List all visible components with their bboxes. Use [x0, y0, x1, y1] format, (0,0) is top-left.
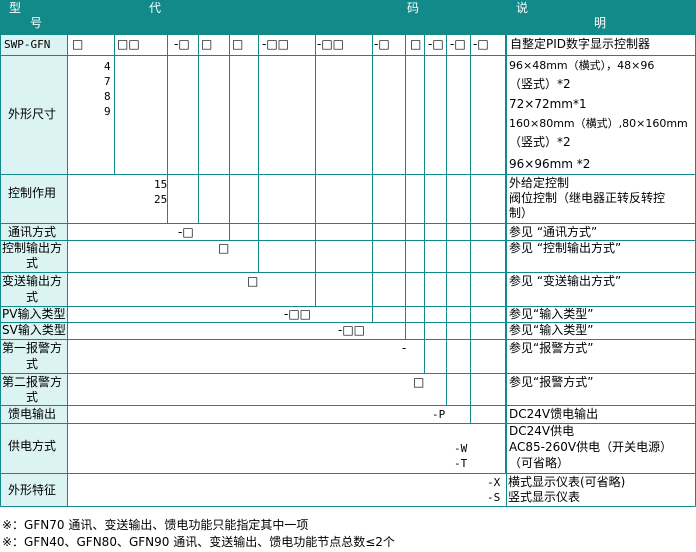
- model-box-4: □: [201, 37, 213, 51]
- size-code-8: 8: [104, 90, 111, 103]
- alarm2-label-1: 第二报警方: [2, 375, 63, 389]
- power-desc-1: DC24V供电: [509, 424, 575, 438]
- ctrlout-desc: 参见 “控制输出方式”: [509, 241, 622, 255]
- model-label: SWP-GFN: [4, 38, 51, 51]
- size-desc-2: （竖式）*2: [509, 77, 571, 91]
- size-desc-3: 72×72mm*1: [509, 97, 587, 111]
- alarm2-code: □: [413, 375, 425, 389]
- sv-label: SV输入类型: [2, 323, 66, 337]
- power-desc-3: （可省略）: [509, 456, 570, 470]
- footnote-1: ※：GFN70 通讯、变送输出、馈电功能只能指定其中一项: [2, 518, 309, 532]
- ctrl-desc-3: 制）: [509, 206, 534, 220]
- trans-desc: 参见 “变送输出方式”: [509, 274, 622, 288]
- alarm1-label-1: 第一报警方: [2, 341, 63, 355]
- trans-label-1: 变送输出方: [2, 274, 63, 288]
- size-label: 外形尺寸: [8, 107, 57, 121]
- trans-label-2: 式: [26, 290, 39, 304]
- trans-code: □: [247, 274, 259, 288]
- shape-desc-1: 横式显示仪表(可省略): [508, 475, 626, 489]
- shape-label: 外形特征: [8, 483, 57, 497]
- header-ma: 码: [407, 1, 420, 15]
- pv-label: PV输入类型: [2, 307, 66, 321]
- alarm2-label-2: 式: [26, 390, 39, 404]
- size-desc-6: 96×96mm *2: [509, 157, 591, 171]
- model-box-1: □: [72, 37, 84, 51]
- model-box-5: □: [232, 37, 244, 51]
- comm-code: -□: [178, 225, 194, 239]
- ctrl-label: 控制作用: [8, 186, 57, 200]
- ctrlout-code: □: [218, 241, 230, 255]
- model-box-6: -□□: [262, 37, 290, 51]
- size-code-4: 4: [104, 60, 111, 73]
- model-box-11: -□: [450, 37, 466, 51]
- size-code-9: 9: [104, 105, 111, 118]
- size-desc-5: （竖式）*2: [509, 135, 571, 149]
- shape-code-s: -S: [487, 491, 501, 504]
- power-code-w: -W: [454, 442, 468, 455]
- ctrlout-label-2: 式: [26, 256, 39, 270]
- feed-label: 馈电输出: [8, 407, 57, 421]
- header-shuo: 说: [516, 1, 529, 15]
- alarm2-desc: 参见“报警方式”: [509, 375, 594, 389]
- header-ming: 明: [594, 16, 607, 30]
- model-box-12: -□: [473, 37, 489, 51]
- size-desc-4: 160×80mm（横式）,80×160mm: [509, 117, 688, 130]
- alarm1-desc: 参见“报警方式”: [509, 341, 594, 355]
- shape-code-x: -X: [487, 476, 501, 489]
- footnote-2: ※：GFN40、GFN80、GFN90 通讯、变送输出、馈电功能节点总数≤2个: [2, 535, 395, 549]
- feed-desc: DC24V馈电输出: [509, 407, 599, 421]
- ctrl-code-25: 25: [154, 193, 168, 206]
- ctrl-desc-2: 阀位控制（继电器正转反转控: [509, 191, 666, 205]
- model-box-10: -□: [428, 37, 444, 51]
- power-desc-2: AC85-260V供电（开关电源）: [509, 440, 673, 454]
- comm-label: 通讯方式: [8, 225, 57, 239]
- model-box-2: □□: [117, 37, 140, 51]
- header-xing: 型: [9, 1, 22, 15]
- size-desc-1: 96×48mm（横式），48×96: [509, 59, 655, 72]
- power-label: 供电方式: [8, 439, 57, 453]
- sv-desc: 参见“输入类型”: [509, 323, 594, 337]
- power-code-t: -T: [454, 457, 468, 470]
- header-code-cell: [68, 0, 506, 34]
- alarm1-label-2: 式: [26, 357, 39, 371]
- sv-code: -□□: [338, 323, 366, 337]
- alarm1-code: -: [402, 341, 407, 355]
- header-hao: 号: [30, 16, 43, 30]
- comm-desc: 参见 “通讯方式”: [509, 225, 598, 239]
- pv-code: -□□: [284, 307, 312, 321]
- shape-desc-2: 竖式显示仪表: [508, 490, 581, 504]
- ctrl-code-15: 15: [154, 178, 168, 191]
- header-dai: 代: [149, 1, 162, 15]
- size-code-7: 7: [104, 75, 111, 88]
- ctrl-desc-1: 外给定控制: [509, 176, 570, 190]
- feed-code: -P: [432, 408, 446, 421]
- model-box-7: -□□: [317, 37, 345, 51]
- model-box-3: -□: [174, 37, 190, 51]
- ctrlout-label-1: 控制输出方: [2, 241, 63, 255]
- pv-desc: 参见“输入类型”: [509, 307, 594, 321]
- model-box-8: -□: [374, 37, 390, 51]
- model-box-9: □: [410, 37, 422, 51]
- model-desc: 自整定PID数字显示控制器: [510, 37, 651, 51]
